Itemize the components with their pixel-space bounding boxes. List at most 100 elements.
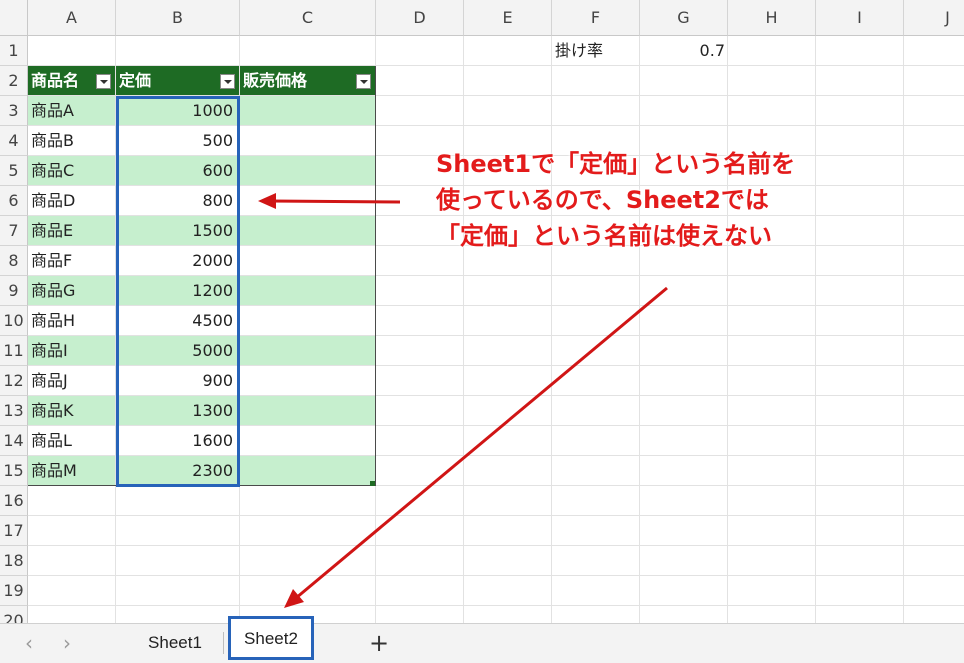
grid-cell[interactable] <box>464 66 552 96</box>
grid-cell[interactable] <box>728 576 816 606</box>
grid-cell[interactable] <box>552 426 640 456</box>
sale-price-cell[interactable] <box>240 186 376 216</box>
grid-cell[interactable] <box>728 366 816 396</box>
grid-cell[interactable] <box>376 456 464 486</box>
grid-cell[interactable] <box>640 96 728 126</box>
row-header-20[interactable]: 20 <box>0 606 28 623</box>
grid-cell[interactable] <box>240 576 376 606</box>
grid-cell[interactable] <box>376 276 464 306</box>
grid-cell[interactable] <box>640 546 728 576</box>
sale-price-cell[interactable] <box>240 96 376 126</box>
list-price-cell[interactable]: 1000 <box>116 96 240 126</box>
sale-price-cell[interactable] <box>240 306 376 336</box>
grid-cell[interactable] <box>28 516 116 546</box>
grid-cell[interactable] <box>816 426 904 456</box>
sale-price-cell[interactable] <box>240 396 376 426</box>
grid-cell[interactable] <box>904 216 964 246</box>
grid-cell[interactable] <box>640 66 728 96</box>
grid-cell[interactable] <box>904 576 964 606</box>
sale-price-cell[interactable] <box>240 366 376 396</box>
row-header-12[interactable]: 12 <box>0 366 28 396</box>
grid-cell[interactable] <box>464 396 552 426</box>
grid-cell[interactable] <box>904 336 964 366</box>
grid-cell[interactable] <box>816 306 904 336</box>
grid-cell[interactable] <box>116 606 240 623</box>
grid-cell[interactable] <box>376 516 464 546</box>
grid-cell[interactable] <box>728 456 816 486</box>
grid-cell[interactable] <box>904 126 964 156</box>
grid-cell[interactable] <box>728 396 816 426</box>
list-price-cell[interactable]: 1300 <box>116 396 240 426</box>
grid-cell[interactable] <box>376 576 464 606</box>
grid-cell[interactable] <box>464 606 552 623</box>
grid-cell[interactable] <box>464 546 552 576</box>
table-header-cell[interactable]: 商品名 <box>28 66 116 96</box>
row-header-14[interactable]: 14 <box>0 426 28 456</box>
grid-cell[interactable] <box>376 606 464 623</box>
grid-cell[interactable] <box>240 36 376 66</box>
row-header-1[interactable]: 1 <box>0 36 28 66</box>
grid-cell[interactable] <box>376 396 464 426</box>
list-price-cell[interactable]: 800 <box>116 186 240 216</box>
list-price-cell[interactable]: 2000 <box>116 246 240 276</box>
grid-cell[interactable] <box>464 306 552 336</box>
grid-cell[interactable] <box>240 516 376 546</box>
grid-cell[interactable] <box>376 336 464 366</box>
grid-cell[interactable] <box>904 546 964 576</box>
tab-sheet1[interactable]: Sheet1 <box>134 624 216 662</box>
row-header-4[interactable]: 4 <box>0 126 28 156</box>
prev-sheet-button[interactable]: ‹ <box>18 630 40 656</box>
column-header-i[interactable]: I <box>816 0 904 36</box>
product-name-cell[interactable]: 商品I <box>28 336 116 366</box>
grid-cell[interactable] <box>904 486 964 516</box>
row-header-3[interactable]: 3 <box>0 96 28 126</box>
table-header-cell[interactable]: 定価 <box>116 66 240 96</box>
grid-cell[interactable] <box>376 426 464 456</box>
grid-cell[interactable] <box>376 486 464 516</box>
product-name-cell[interactable]: 商品D <box>28 186 116 216</box>
product-name-cell[interactable]: 商品E <box>28 216 116 246</box>
grid-cell[interactable] <box>552 576 640 606</box>
sale-price-cell[interactable] <box>240 456 376 486</box>
grid-cell[interactable] <box>816 486 904 516</box>
product-name-cell[interactable]: 商品A <box>28 96 116 126</box>
grid-cell[interactable] <box>640 456 728 486</box>
grid-cell[interactable] <box>640 576 728 606</box>
grid-cell[interactable] <box>464 516 552 546</box>
grid-cell[interactable] <box>116 546 240 576</box>
grid-cell[interactable] <box>28 606 116 623</box>
list-price-cell[interactable]: 900 <box>116 366 240 396</box>
grid-cell[interactable] <box>376 546 464 576</box>
grid-cell[interactable] <box>640 606 728 623</box>
grid-cell[interactable] <box>816 366 904 396</box>
grid-cell[interactable] <box>116 36 240 66</box>
grid-cell[interactable] <box>376 96 464 126</box>
grid-cell[interactable] <box>640 486 728 516</box>
grid-cell[interactable] <box>28 36 116 66</box>
grid-cell[interactable] <box>464 336 552 366</box>
grid-cell[interactable] <box>816 276 904 306</box>
list-price-cell[interactable]: 1200 <box>116 276 240 306</box>
list-price-cell[interactable]: 2300 <box>116 456 240 486</box>
grid-cell[interactable] <box>728 306 816 336</box>
grid-cell[interactable] <box>464 456 552 486</box>
sale-price-cell[interactable] <box>240 126 376 156</box>
filter-dropdown-icon[interactable] <box>356 74 371 89</box>
row-header-16[interactable]: 16 <box>0 486 28 516</box>
grid-cell[interactable] <box>816 576 904 606</box>
column-header-h[interactable]: H <box>728 0 816 36</box>
tab-sheet2[interactable]: Sheet2 <box>228 616 314 660</box>
list-price-cell[interactable]: 1600 <box>116 426 240 456</box>
grid-cell[interactable] <box>552 306 640 336</box>
grid-cell[interactable] <box>464 276 552 306</box>
grid-cell[interactable] <box>728 486 816 516</box>
grid-cell[interactable] <box>464 486 552 516</box>
product-name-cell[interactable]: 商品M <box>28 456 116 486</box>
grid-cell[interactable] <box>904 426 964 456</box>
grid-cell[interactable] <box>552 276 640 306</box>
row-header-13[interactable]: 13 <box>0 396 28 426</box>
grid-cell[interactable] <box>728 336 816 366</box>
grid-cell[interactable] <box>552 456 640 486</box>
grid-cell[interactable] <box>552 336 640 366</box>
row-header-18[interactable]: 18 <box>0 546 28 576</box>
